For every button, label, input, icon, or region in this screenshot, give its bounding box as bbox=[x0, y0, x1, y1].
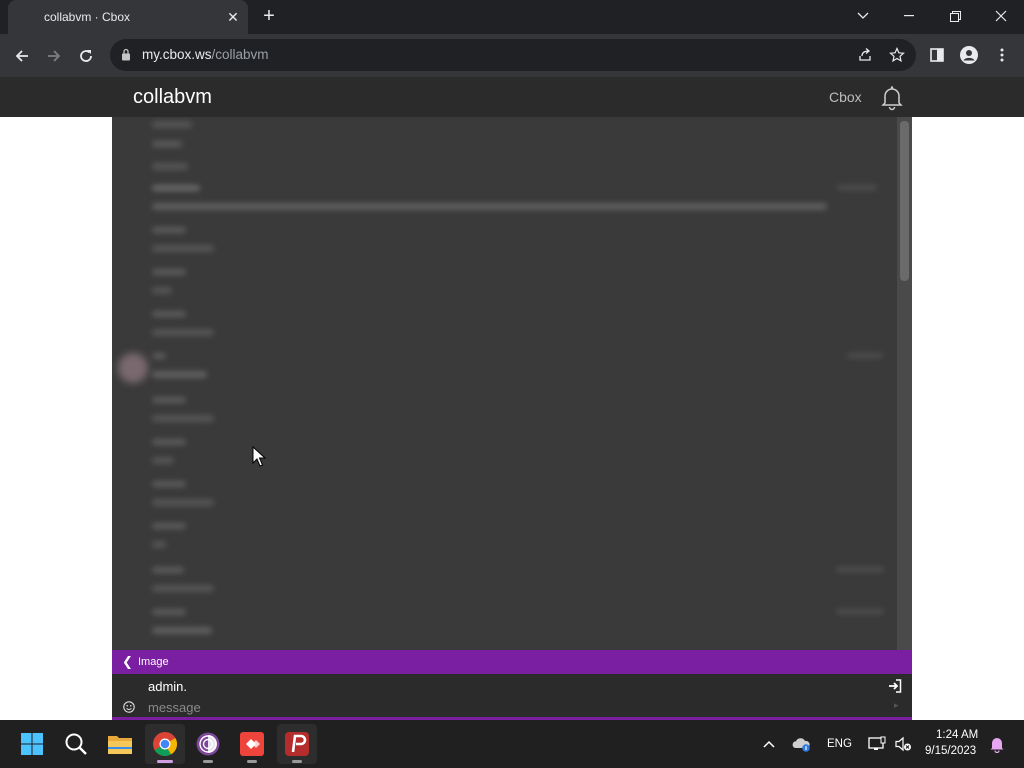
side-panel-icon[interactable] bbox=[924, 42, 950, 68]
image-bar[interactable]: ❮ Image bbox=[112, 650, 912, 674]
restore-icon[interactable] bbox=[932, 0, 978, 32]
emoji-icon[interactable] bbox=[123, 700, 135, 713]
message-input[interactable] bbox=[148, 698, 848, 716]
forward-icon[interactable] bbox=[40, 42, 68, 70]
chevron-up-icon[interactable] bbox=[756, 724, 782, 764]
search-icon[interactable] bbox=[56, 724, 96, 764]
anydesk-icon[interactable] bbox=[232, 724, 272, 764]
menu-kebab-icon[interactable] bbox=[989, 42, 1015, 68]
chrome-icon[interactable] bbox=[145, 724, 185, 764]
message-compose-area: admin. ▸ bbox=[112, 674, 912, 720]
browser-tab[interactable]: collabvm · Cbox ✕ bbox=[8, 0, 248, 34]
avatar bbox=[118, 353, 148, 383]
close-window-icon[interactable] bbox=[978, 0, 1024, 32]
onedrive-icon[interactable] bbox=[786, 724, 816, 764]
browser-toolbar: my.cbox.ws/collabvm bbox=[0, 34, 1024, 77]
scroll-thumb[interactable] bbox=[900, 121, 909, 281]
clock-date[interactable]: 9/15/2023 bbox=[925, 745, 976, 757]
tab-close-icon[interactable]: ✕ bbox=[224, 8, 242, 26]
address-bar[interactable]: my.cbox.ws/collabvm bbox=[110, 39, 916, 71]
psiphon-icon[interactable] bbox=[277, 724, 317, 764]
lock-icon[interactable] bbox=[121, 48, 131, 61]
sign-in-icon[interactable] bbox=[888, 679, 902, 693]
tab-search-icon[interactable] bbox=[840, 0, 886, 32]
windows-taskbar: ENG 1:24 AM 9/15/2023 bbox=[0, 720, 1024, 768]
minimize-icon[interactable] bbox=[886, 0, 932, 32]
blurred-messages bbox=[112, 117, 897, 650]
tor-browser-icon[interactable] bbox=[188, 724, 228, 764]
chat-message-list[interactable] bbox=[112, 117, 912, 650]
network-icon[interactable] bbox=[864, 724, 890, 764]
tab-title: collabvm · Cbox bbox=[44, 10, 131, 24]
new-tab-icon[interactable]: + bbox=[258, 6, 280, 28]
clock-time[interactable]: 1:24 AM bbox=[936, 729, 978, 741]
volume-muted-icon[interactable] bbox=[890, 724, 916, 764]
chevron-left-icon[interactable]: ❮ bbox=[122, 654, 133, 670]
bell-icon[interactable] bbox=[878, 83, 906, 111]
chat-scrollbar[interactable] bbox=[897, 117, 912, 650]
mouse-cursor-icon bbox=[252, 446, 266, 467]
share-icon[interactable] bbox=[852, 42, 878, 68]
browser-tab-strip: collabvm · Cbox ✕ + bbox=[0, 0, 1024, 34]
notification-bell-icon[interactable] bbox=[984, 724, 1010, 764]
cbox-header: collabvm Cbox bbox=[0, 77, 1024, 117]
language-indicator[interactable]: ENG bbox=[827, 738, 852, 750]
image-bar-label: Image bbox=[138, 656, 169, 668]
start-icon[interactable] bbox=[12, 724, 52, 764]
send-arrow-icon[interactable]: ▸ bbox=[894, 700, 899, 711]
username-label: admin. bbox=[148, 679, 188, 694]
back-icon[interactable] bbox=[8, 42, 36, 70]
room-title: collabvm bbox=[133, 86, 212, 108]
bookmark-star-icon[interactable] bbox=[884, 42, 910, 68]
profile-icon[interactable] bbox=[956, 42, 982, 68]
file-explorer-icon[interactable] bbox=[100, 724, 140, 764]
url-text: my.cbox.ws/collabvm bbox=[142, 47, 269, 62]
cbox-link[interactable]: Cbox bbox=[829, 89, 862, 105]
reload-icon[interactable] bbox=[72, 42, 100, 70]
